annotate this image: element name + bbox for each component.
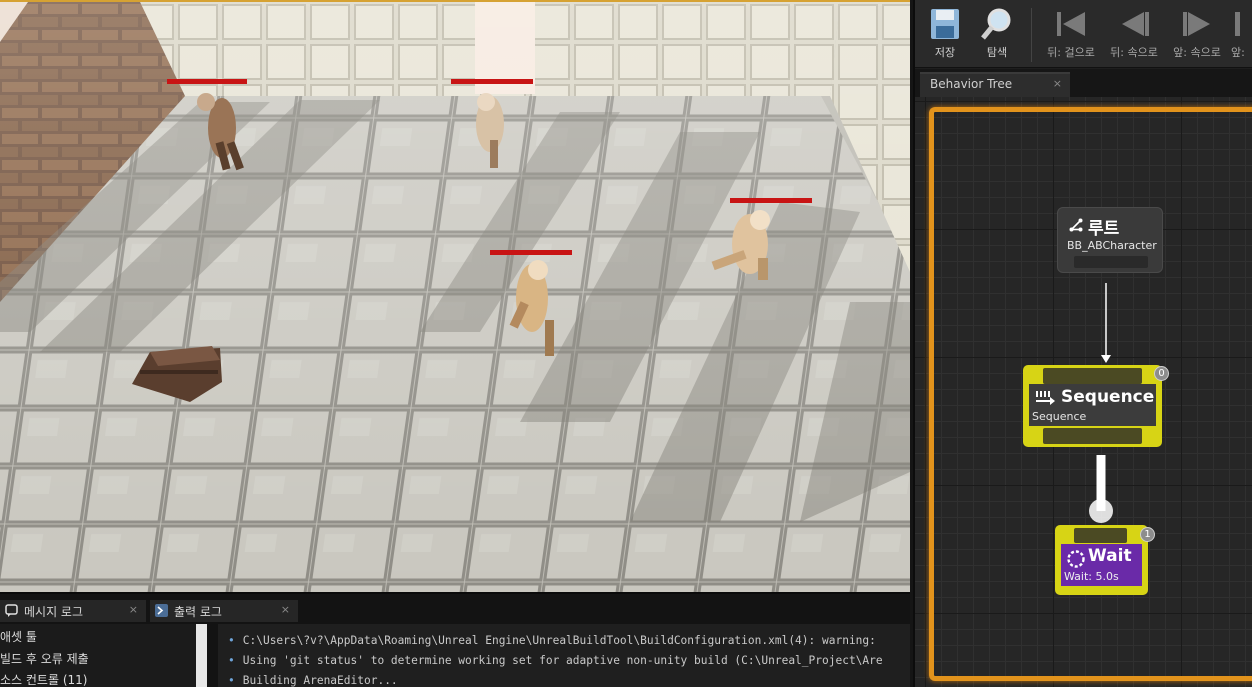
behavior-tree-editor: 저장 탐색 뒤: 걸으로 뒤: 속으로 앞: 속으로 앞: Behavior T…	[913, 0, 1252, 687]
bullet-icon: •	[228, 654, 235, 667]
step-back-button[interactable]: 뒤: 걸으로	[1043, 6, 1099, 64]
message-log-icon	[5, 604, 18, 617]
sequence-node[interactable]: Sequence Sequence	[1023, 365, 1162, 447]
tab-behavior-tree[interactable]: Behavior Tree ×	[920, 72, 1070, 97]
root-node[interactable]: 루트 BB_ABCharacter	[1057, 207, 1163, 273]
root-node-title: 루트	[1088, 219, 1120, 239]
editor-window: 저장 탐색 뒤: 걸으로 뒤: 속으로 앞: 속으로 앞: Behavior T…	[0, 0, 1252, 687]
step-forward-into-icon	[1183, 12, 1210, 36]
scene-render	[0, 2, 910, 592]
save-icon	[931, 9, 959, 39]
sequence-node-title: Sequence	[1061, 387, 1155, 407]
step-back-into-button[interactable]: 뒤: 속으로	[1106, 6, 1162, 64]
output-log-icon	[155, 604, 168, 617]
category-scrollbar[interactable]	[196, 624, 207, 687]
tab-output-log[interactable]: 출력 로그 ×	[150, 600, 298, 622]
close-icon[interactable]: ×	[1053, 77, 1062, 90]
step-back-into-icon	[1122, 12, 1149, 36]
browse-button[interactable]: 탐색	[969, 6, 1025, 64]
level-viewport[interactable]	[0, 0, 910, 592]
close-icon[interactable]: ×	[129, 603, 138, 616]
tab-label: 메시지 로그	[24, 605, 84, 619]
step-forward-button[interactable]: 앞:	[1227, 6, 1252, 64]
category-item[interactable]: 빌드 후 오류 제출	[0, 650, 89, 667]
tab-label: 출력 로그	[174, 605, 222, 619]
step-forward-into-button[interactable]: 앞: 속으로	[1169, 6, 1225, 64]
log-message-list: • C:\Users\?v?\AppData\Roaming\Unreal Eng…	[218, 624, 910, 687]
toolbar: 저장 탐색 뒤: 걸으로 뒤: 속으로 앞: 속으로 앞:	[915, 0, 1252, 68]
wait-clock-icon	[1067, 550, 1085, 568]
health-bar-1	[167, 79, 247, 84]
step-forward-icon	[1235, 12, 1240, 36]
save-button[interactable]: 저장	[917, 6, 973, 64]
wait-node-body: Wait Wait: 5.0s	[1061, 544, 1142, 586]
log-line: • Using 'git status' to determine working…	[228, 654, 883, 667]
category-item[interactable]: 애셋 툴	[0, 628, 37, 645]
step-back-icon	[1057, 12, 1085, 36]
sequence-index-badge: 0	[1154, 366, 1169, 381]
root-node-blackboard: BB_ABCharacter	[1067, 239, 1157, 252]
category-item[interactable]: 소스 컨트롤 (11)	[0, 671, 87, 687]
close-icon[interactable]: ×	[281, 603, 290, 616]
root-output-pin[interactable]	[1074, 256, 1148, 268]
search-icon	[981, 8, 1011, 40]
log-category-list: 애셋 툴 빌드 후 오류 제출 소스 컨트롤 (11)	[0, 624, 207, 687]
wait-index-badge: 1	[1140, 527, 1155, 542]
bullet-icon: •	[228, 634, 235, 647]
sequence-input-pin[interactable]	[1043, 368, 1142, 384]
log-tab-bar: 메시지 로그 × 출력 로그 ×	[0, 600, 910, 622]
wait-input-pin[interactable]	[1074, 528, 1127, 543]
branch-icon	[1069, 218, 1083, 232]
health-bar-2	[451, 79, 533, 84]
editor-tab-bar: Behavior Tree ×	[915, 69, 1252, 97]
wait-node-duration: Wait: 5.0s	[1064, 570, 1119, 583]
sequence-node-subtitle: Sequence	[1032, 410, 1087, 423]
tab-message-log[interactable]: 메시지 로그 ×	[0, 600, 146, 622]
sequence-node-body: Sequence Sequence	[1029, 384, 1156, 426]
log-line: • C:\Users\?v?\AppData\Roaming\Unreal Eng…	[228, 634, 876, 647]
bullet-icon: •	[228, 674, 235, 687]
wait-node-title: Wait	[1088, 546, 1132, 566]
toolbar-separator	[1031, 8, 1032, 62]
sequence-output-pin[interactable]	[1043, 428, 1142, 444]
wait-task-node[interactable]: Wait Wait: 5.0s	[1055, 525, 1148, 595]
health-bar-3	[730, 198, 812, 203]
graph-canvas[interactable]: 루트 BB_ABCharacter Sequence Sequence 0 Wa…	[915, 97, 1252, 687]
log-panel: 메시지 로그 × 출력 로그 × 애셋 툴 빌드 후 오류 제출 소스 컨트롤 …	[0, 592, 910, 687]
log-line: • Building ArenaEditor...	[228, 674, 398, 687]
sequence-icon	[1036, 391, 1055, 405]
tab-label: Behavior Tree	[930, 77, 1013, 91]
health-bar-4	[490, 250, 572, 255]
